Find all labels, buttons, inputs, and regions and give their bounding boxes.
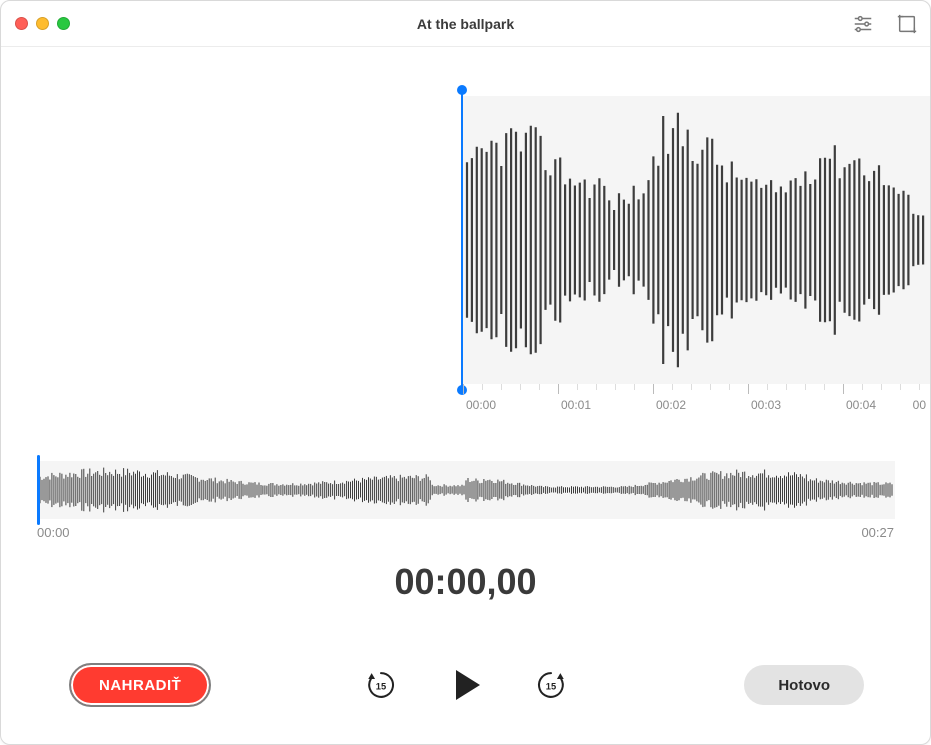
tick-label: 00:00 xyxy=(466,398,496,412)
window-title: At the ballpark xyxy=(1,16,930,32)
replace-button[interactable]: NAHRADIŤ xyxy=(69,663,211,707)
playhead[interactable] xyxy=(461,90,463,390)
timeline-ruler: 00:00 00:01 00:02 00:03 00:04 00 xyxy=(1,384,930,418)
toolbar-right xyxy=(852,1,918,46)
skip-back-15-icon[interactable]: 15 xyxy=(364,668,398,702)
minimize-window-button[interactable] xyxy=(36,17,49,30)
close-window-button[interactable] xyxy=(15,17,28,30)
skip-back-amount: 15 xyxy=(375,681,385,691)
tick-label: 00:01 xyxy=(561,398,591,412)
titlebar: At the ballpark xyxy=(1,1,930,47)
done-button-label: Hotovo xyxy=(778,677,830,694)
skip-forward-15-icon[interactable]: 15 xyxy=(534,668,568,702)
transport-controls: NAHRADIŤ 15 15 Hotovo xyxy=(1,650,930,720)
trim-icon[interactable] xyxy=(896,13,918,35)
done-button[interactable]: Hotovo xyxy=(744,665,864,705)
replace-button-label: NAHRADIŤ xyxy=(99,665,181,705)
zoom-window-button[interactable] xyxy=(57,17,70,30)
tick-label: 00:03 xyxy=(751,398,781,412)
window: At the ballpark 00:0000:0100: xyxy=(0,0,931,745)
tick-label: 00:02 xyxy=(656,398,686,412)
overview-waveform[interactable] xyxy=(37,461,895,519)
play-icon[interactable] xyxy=(446,665,486,705)
settings-sliders-icon[interactable] xyxy=(852,13,874,35)
overview-end-time: 00:27 xyxy=(861,525,894,540)
overview-start-time: 00:00 xyxy=(37,525,70,540)
main-waveform-area[interactable] xyxy=(1,96,930,384)
overview-playhead[interactable] xyxy=(37,455,40,525)
overview-waveform-graphic xyxy=(37,461,895,519)
traffic-lights xyxy=(15,17,70,30)
skip-fwd-amount: 15 xyxy=(545,681,555,691)
main-waveform xyxy=(461,96,931,384)
tick-label: 00:04 xyxy=(846,398,876,412)
current-time-display: 00:00,00 xyxy=(1,561,930,603)
tick-label-partial: 00 xyxy=(913,398,926,412)
center-controls: 15 15 xyxy=(364,665,568,705)
